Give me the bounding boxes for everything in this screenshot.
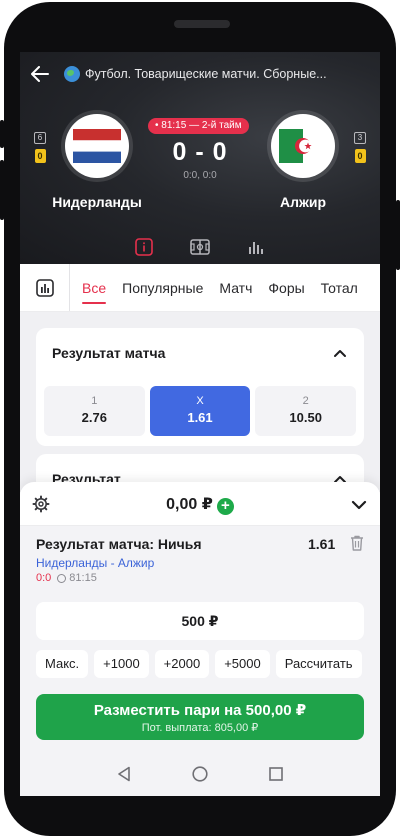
triangle-back-icon [118, 766, 130, 782]
phone-side-button [396, 200, 400, 270]
bet-live-time: 81:15 [69, 572, 97, 584]
away-stats: 3 0 [353, 132, 367, 163]
globe-icon [64, 66, 80, 82]
home-flag [65, 114, 129, 178]
system-nav-bar [20, 752, 380, 796]
app-screen: Футбол. Товарищеские матчи. Сборные... 6… [20, 52, 380, 796]
tab-stats[interactable] [243, 236, 269, 258]
info-icon [135, 238, 153, 256]
tab-info[interactable] [131, 236, 157, 258]
market-title: Результат матча [52, 345, 166, 361]
bar-chart-icon [249, 242, 263, 254]
place-bet-button[interactable]: Разместить пари на 500,00 ₽ Пот. выплата… [36, 694, 364, 740]
phone-side-button [0, 160, 4, 220]
match-header: Футбол. Товарищеские матчи. Сборные... 6… [20, 52, 380, 264]
league-title: Футбол. Товарищеские матчи. Сборные... [85, 67, 327, 81]
odd-button-home[interactable]: 1 2.76 [44, 386, 145, 436]
square-recents-icon [269, 767, 283, 781]
quick-stake-buttons: Макс. +1000 +2000 +5000 Рассчитать [36, 650, 380, 678]
quick-stake-max[interactable]: Макс. [36, 650, 89, 678]
odd-value: 10.50 [289, 410, 322, 425]
nav-home-button[interactable] [192, 766, 208, 782]
tab-popular[interactable]: Популярные [122, 264, 203, 311]
trash-icon[interactable] [350, 535, 364, 551]
circle-home-icon [192, 766, 208, 782]
chevron-down-icon[interactable] [350, 496, 368, 514]
phone-speaker [174, 20, 230, 28]
tab-match[interactable]: Матч [219, 264, 252, 311]
odd-label: 1 [91, 395, 98, 407]
odd-button-draw[interactable]: X 1.61 [149, 386, 251, 436]
home-team[interactable]: Нидерланды [42, 114, 152, 210]
quick-stake-2000[interactable]: +2000 [154, 650, 210, 678]
calculate-button[interactable]: Рассчитать [275, 650, 362, 678]
bet-live-info: 0:0 81:15 [36, 572, 97, 584]
nav-recents-button[interactable] [268, 766, 284, 782]
add-funds-icon[interactable]: + [216, 498, 234, 515]
odd-label: X [196, 395, 204, 407]
place-bet-label: Разместить пари на 500,00 ₽ [93, 702, 307, 719]
quick-stake-1000[interactable]: +1000 [94, 650, 149, 678]
markets-feed: Результат матча 1 2.76 X 1.61 2 10.50 Ре… [20, 312, 380, 514]
balance-value: 0,00 ₽ [166, 496, 213, 513]
stake-input[interactable]: 500 ₽ [36, 602, 364, 640]
tab-field[interactable] [187, 236, 213, 258]
away-team-name: Алжир [279, 194, 327, 210]
chevron-up-icon[interactable] [332, 345, 348, 361]
match-score: 0 - 0 [172, 138, 228, 166]
stats-toggle-button[interactable] [20, 264, 70, 311]
balance-display: 0,00 ₽ + [20, 494, 380, 515]
bet-slip-body: Результат матча: Ничья 1.61 Нидерланды -… [20, 526, 380, 752]
quick-stake-5000[interactable]: +5000 [215, 650, 270, 678]
bet-odd: 1.61 [308, 536, 336, 552]
away-lineup-badge: 3 [354, 132, 366, 144]
nav-back-button[interactable] [116, 766, 132, 782]
half-scores: 0:0, 0:0 [183, 170, 217, 181]
clock-icon [57, 573, 67, 583]
pitch-icon [190, 239, 210, 255]
bet-selection-title: Результат матча: Ничья [36, 536, 202, 552]
tab-totals[interactable]: Тотал [321, 264, 358, 311]
bet-live-score: 0:0 [36, 572, 52, 584]
away-flag [271, 114, 335, 178]
back-arrow-icon [31, 66, 49, 82]
away-cards-badge: 0 [354, 149, 366, 163]
match-time-badge: • 81:15 — 2-й тайм [148, 118, 249, 134]
away-team[interactable]: Алжир [248, 114, 358, 210]
odd-label: 2 [302, 395, 309, 407]
algeria-flag-icon [279, 129, 327, 163]
odds-row: 1 2.76 X 1.61 2 10.50 [44, 386, 357, 436]
tab-handicaps[interactable]: Форы [268, 264, 304, 311]
home-team-name: Нидерланды [52, 194, 142, 210]
odd-button-away[interactable]: 2 10.50 [255, 386, 357, 436]
potential-payout: Пот. выплата: 805,00 ₽ [141, 722, 259, 734]
chart-box-icon [35, 278, 54, 297]
header-view-tabs [20, 232, 380, 262]
phone-side-button [0, 120, 4, 148]
match-time-text: 81:15 — 2-й тайм [161, 120, 242, 131]
bet-slip-header: 0,00 ₽ + [20, 482, 380, 526]
bet-slip: 0,00 ₽ + Результат матча: Ничья 1.61 Ниде… [20, 482, 380, 752]
odd-value: 2.76 [81, 410, 107, 425]
netherlands-flag-icon [73, 129, 121, 163]
market-card-match-result: Результат матча 1 2.76 X 1.61 2 10.50 [36, 328, 364, 446]
tab-all[interactable]: Все [82, 264, 107, 311]
back-button[interactable] [20, 62, 60, 86]
odd-value: 1.61 [187, 410, 213, 425]
market-tabs: Все Популярные Матч Форы Тотал [20, 264, 380, 312]
bet-event-link[interactable]: Нидерланды - Алжир [36, 556, 154, 570]
